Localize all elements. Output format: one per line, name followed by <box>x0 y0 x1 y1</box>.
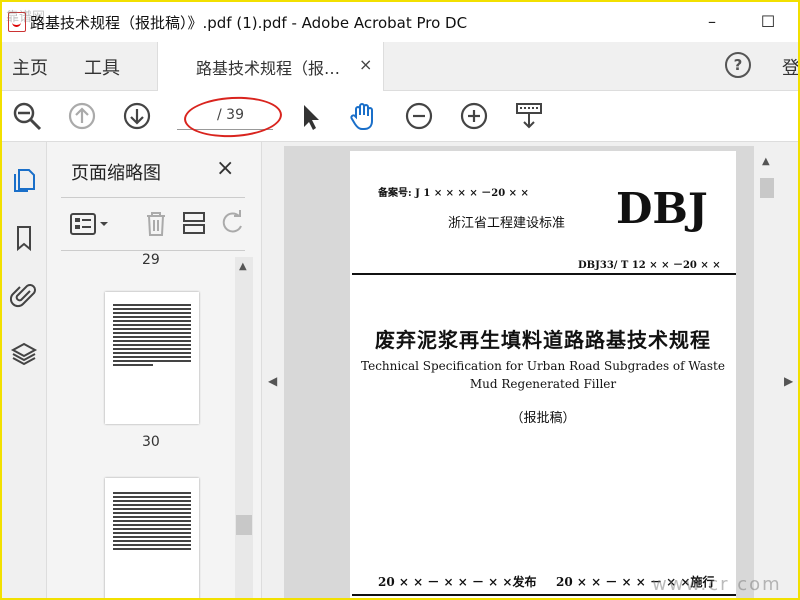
panel-title: 页面缩略图 <box>71 163 161 184</box>
zoom-in-icon[interactable] <box>457 99 491 133</box>
insert-page-icon[interactable] <box>179 208 209 238</box>
app-window: 靠谱网 路基技术规程（报批稿）》.pdf (1).pdf - Adobe Acr… <box>0 0 800 600</box>
menu-bar: 主页 工具 路基技术规程（报… × ? 登 <box>2 42 798 91</box>
next-page-arrow-icon[interactable]: ▶ <box>784 374 793 388</box>
title-bar: 靠谱网 路基技术规程（报批稿）》.pdf (1).pdf - Adobe Acr… <box>2 2 798 42</box>
previous-page-arrow-icon[interactable]: ◀ <box>268 374 277 388</box>
document-tab[interactable]: 路基技术规程（报… × <box>157 42 384 91</box>
maximize-button[interactable]: ☐ <box>754 10 782 34</box>
close-panel-button[interactable]: × <box>216 156 234 181</box>
zoom-out-icon[interactable] <box>402 99 436 133</box>
help-icon[interactable]: ? <box>725 52 751 78</box>
scrollbar-thumb[interactable] <box>760 178 774 198</box>
close-tab-button[interactable]: × <box>359 55 372 74</box>
document-title-cn: 废弃泥浆再生填料道路路基技术规程 <box>375 328 711 352</box>
tools-tab[interactable]: 工具 <box>84 54 120 80</box>
thumbnail-scrollbar[interactable]: ▲ <box>235 257 253 598</box>
rotate-icon[interactable] <box>217 208 247 238</box>
document-viewer: ◀ 备案号: J 1 × × × × －20 × × 浙江省工程建设标准 DBJ… <box>262 142 798 598</box>
hand-tool-icon[interactable] <box>347 99 381 133</box>
select-arrow-icon[interactable] <box>294 99 328 133</box>
thumbnail-page-number: 30 <box>142 434 160 450</box>
home-tab[interactable]: 主页 <box>12 54 48 80</box>
window-title: 路基技术规程（报批稿）》.pdf (1).pdf - Adobe Acrobat… <box>30 14 468 32</box>
page-canvas: 备案号: J 1 × × × × －20 × × 浙江省工程建设标准 DBJ D… <box>284 146 754 598</box>
page-thumbnails-panel: 页面缩略图 × 29 30 ▲ <box>47 142 262 598</box>
previous-page-icon[interactable] <box>65 99 99 133</box>
draft-status: （报批稿） <box>510 411 576 426</box>
page-thumbnails-icon[interactable] <box>10 166 38 194</box>
thumbnail-page-number: 29 <box>142 252 160 268</box>
scroll-up-icon[interactable]: ▲ <box>762 156 770 167</box>
record-number: 备案号: J 1 × × × × －20 × × <box>378 188 529 199</box>
bookmark-icon[interactable] <box>10 224 38 252</box>
delete-icon[interactable] <box>141 208 171 238</box>
sign-in-button[interactable]: 登 <box>782 54 798 80</box>
watermark-text: www.cr com <box>652 574 782 595</box>
left-navigation-rail <box>2 142 47 598</box>
thumbnail-page[interactable] <box>105 478 199 598</box>
red-annotation-ellipse <box>183 94 283 140</box>
standard-code: DBJ33/ T 12 × × －20 × × <box>578 260 721 271</box>
pdf-page: 备案号: J 1 × × × × －20 × × 浙江省工程建设标准 DBJ D… <box>350 151 736 598</box>
options-menu-icon[interactable] <box>69 210 113 238</box>
scroll-mode-icon[interactable] <box>512 99 546 133</box>
minimize-button[interactable]: – <box>698 10 726 34</box>
standard-logo: DBJ <box>616 184 708 233</box>
standard-name: 浙江省工程建设标准 <box>448 216 566 231</box>
attachment-icon[interactable] <box>10 282 38 310</box>
divider <box>352 273 736 275</box>
next-page-icon[interactable] <box>120 99 154 133</box>
thumbnail-page[interactable] <box>105 292 199 424</box>
thumbnail-toolbar <box>61 197 245 251</box>
document-tab-label: 路基技术规程（报… <box>196 59 341 78</box>
document-title-en-line2: Mud Regenerated Filler <box>469 377 617 391</box>
toolbar: / 39 <box>2 91 798 142</box>
scroll-up-icon[interactable]: ▲ <box>239 261 247 272</box>
document-title-en-line1: Technical Specification for Urban Road S… <box>361 359 725 373</box>
document-scrollbar[interactable]: ▲ <box>756 146 778 598</box>
layers-icon[interactable] <box>10 340 38 368</box>
issue-date: 20 × × － × × － × ×发布 <box>378 575 537 589</box>
zoom-search-icon[interactable] <box>10 99 44 133</box>
scrollbar-thumb[interactable] <box>236 515 252 535</box>
